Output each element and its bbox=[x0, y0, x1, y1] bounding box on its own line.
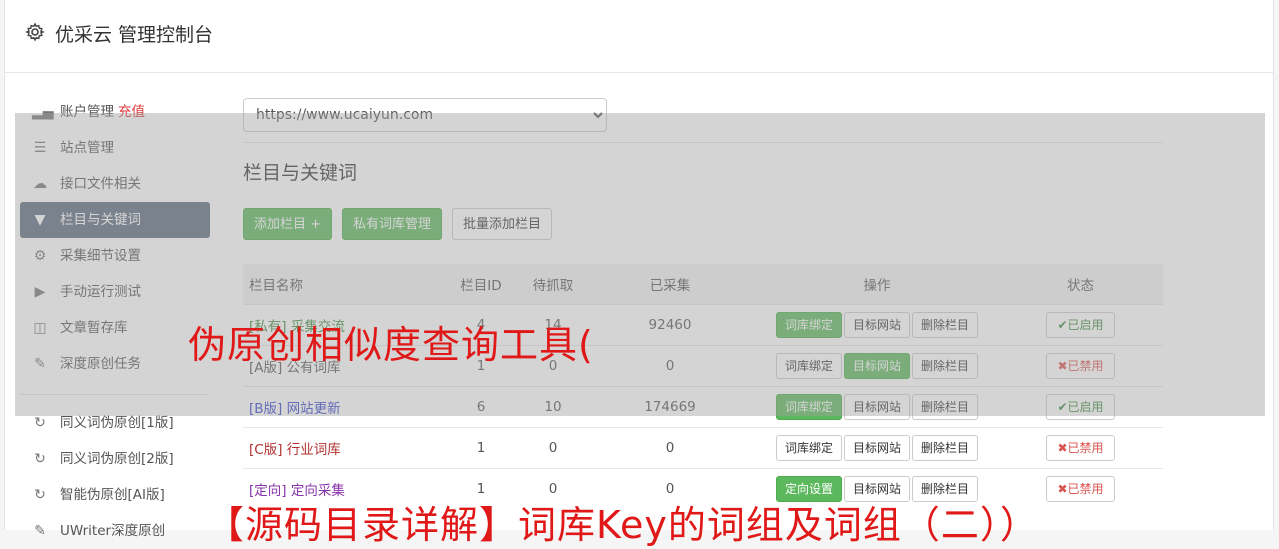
sidebar-item-collect-settings[interactable]: ⚙ 采集细节设置 bbox=[20, 238, 210, 274]
sidebar-item-interface[interactable]: ☁ 接口文件相关 bbox=[20, 166, 210, 202]
pending-count[interactable]: 10 bbox=[522, 386, 584, 428]
col-header-pending: 待抓取 bbox=[522, 264, 584, 305]
sidebar-item-columns[interactable]: ▼ 栏目与关键词 bbox=[20, 202, 210, 238]
status-toggle[interactable]: ✔已启用 bbox=[1046, 394, 1115, 420]
collected-count: 0 bbox=[584, 427, 756, 469]
main-content: https://www.ucaiyun.com 栏目与关键词 添加栏目 + 私有词… bbox=[243, 98, 1163, 509]
status-toggle[interactable]: ✔已启用 bbox=[1046, 312, 1115, 338]
table-header-row: 栏目名称 栏目ID 待抓取 已采集 操作 状态 bbox=[243, 264, 1163, 305]
sidebar-item-deep-original[interactable]: ✎ 深度原创任务 bbox=[20, 346, 210, 382]
target-site-button[interactable]: 目标网站 bbox=[843, 394, 910, 420]
recharge-link[interactable]: 充值 bbox=[118, 104, 145, 120]
col-header-actions: 操作 bbox=[756, 264, 998, 305]
sidebar-item-label: 同义词伪原创[1版] bbox=[60, 415, 174, 431]
delete-column-button[interactable]: 删除栏目 bbox=[912, 353, 979, 379]
delete-column-button[interactable]: 删除栏目 bbox=[912, 312, 979, 338]
delete-column-button[interactable]: 删除栏目 bbox=[912, 394, 979, 420]
pending-count[interactable]: 0 bbox=[522, 427, 584, 469]
gear-icon bbox=[25, 22, 45, 42]
target-site-button[interactable]: 目标网站 bbox=[843, 312, 910, 338]
divider bbox=[243, 142, 1163, 143]
status-toggle[interactable]: ✖已禁用 bbox=[1046, 353, 1115, 379]
sidebar-item-label: 采集细节设置 bbox=[60, 248, 141, 264]
edit-icon: ✎ bbox=[34, 356, 46, 372]
cloud-upload-icon: ☁ bbox=[33, 176, 47, 192]
column-id: 1 bbox=[440, 427, 522, 469]
status-toggle[interactable]: ✖已禁用 bbox=[1046, 476, 1115, 502]
column-name-link[interactable]: [C版] 行业词库 bbox=[249, 442, 341, 458]
sidebar-item-account[interactable]: ▂▄ 账户管理 充值 bbox=[20, 94, 210, 130]
filter-icon: ▼ bbox=[34, 212, 46, 228]
gears-icon: ⚙ bbox=[33, 248, 47, 264]
col-header-collected: 已采集 bbox=[584, 264, 756, 305]
sidebar-item-label: UWriter深度原创 bbox=[60, 523, 166, 539]
columns-table: 栏目名称 栏目ID 待抓取 已采集 操作 状态 [私有] 采集交流 4 14 9… bbox=[243, 264, 1163, 509]
sidebar-item-label: 账户管理 bbox=[60, 104, 114, 120]
bar-chart-icon: ▂▄ bbox=[32, 104, 54, 120]
watermark-text-2: 【源码目录详解】词库Key的词组及词组（二）） bbox=[206, 503, 1039, 547]
refresh-icon: ↻ bbox=[34, 487, 46, 503]
server-icon: ☰ bbox=[33, 140, 47, 156]
col-header-status: 状态 bbox=[998, 264, 1163, 305]
column-name-link[interactable]: [B版] 网站更新 bbox=[249, 401, 341, 417]
table-row: [B版] 网站更新 6 10 174669 词库绑定 目标网站 删除栏目 ✔已启用 bbox=[243, 386, 1163, 428]
table-row: [C版] 行业词库 1 0 0 词库绑定 目标网站 删除栏目 ✖已禁用 bbox=[243, 427, 1163, 469]
edit-icon: ✎ bbox=[34, 523, 46, 539]
sidebar-item-article-store[interactable]: ◫ 文章暂存库 bbox=[20, 310, 210, 346]
sidebar-item-synonym-v1[interactable]: ↻ 同义词伪原创[1版] bbox=[20, 405, 210, 441]
refresh-icon: ↻ bbox=[34, 415, 46, 431]
sidebar-item-ai[interactable]: ↻ 智能伪原创[AI版] bbox=[20, 477, 210, 513]
sidebar-item-label: 站点管理 bbox=[60, 140, 114, 156]
sidebar-item-label: 手动运行测试 bbox=[60, 284, 141, 300]
sidebar-item-label: 接口文件相关 bbox=[60, 176, 141, 192]
console-title: 优采云 管理控制台 bbox=[55, 24, 214, 46]
lexicon-bind-button[interactable]: 词库绑定 bbox=[775, 312, 842, 338]
col-header-name: 栏目名称 bbox=[243, 264, 440, 305]
sidebar-item-manual-run[interactable]: ▶ 手动运行测试 bbox=[20, 274, 210, 310]
column-id: 6 bbox=[440, 386, 522, 428]
refresh-icon: ↻ bbox=[34, 451, 46, 467]
collected-count: 92460 bbox=[584, 304, 756, 346]
collected-count: 0 bbox=[584, 345, 756, 387]
sidebar-item-label: 智能伪原创[AI版] bbox=[60, 487, 165, 503]
sidebar-item-uwriter[interactable]: ✎ UWriter深度原创 bbox=[20, 513, 210, 549]
delete-column-button[interactable]: 删除栏目 bbox=[912, 435, 979, 461]
lexicon-bind-button[interactable]: 词库绑定 bbox=[775, 435, 842, 461]
add-column-button[interactable]: 添加栏目 + bbox=[243, 208, 333, 240]
lexicon-bind-button[interactable]: 词库绑定 bbox=[775, 394, 842, 420]
private-lexicon-button[interactable]: 私有词库管理 bbox=[342, 208, 443, 240]
sidebar-item-synonym-v2[interactable]: ↻ 同义词伪原创[2版] bbox=[20, 441, 210, 477]
sidebar-item-label: 深度原创任务 bbox=[60, 356, 141, 372]
action-buttons: 添加栏目 + 私有词库管理 批量添加栏目 bbox=[243, 208, 562, 240]
collected-count: 174669 bbox=[584, 386, 756, 428]
watermark-text-1: 伪原创相似度查询工具( bbox=[188, 323, 594, 367]
sidebar-divider bbox=[20, 394, 208, 395]
sidebar-item-label: 同义词伪原创[2版] bbox=[60, 451, 174, 467]
database-icon: ◫ bbox=[33, 320, 47, 336]
sidebar-item-label: 文章暂存库 bbox=[60, 320, 128, 336]
target-site-button[interactable]: 目标网站 bbox=[843, 353, 910, 379]
play-icon: ▶ bbox=[34, 284, 46, 300]
sidebar-item-label: 栏目与关键词 bbox=[60, 212, 141, 228]
col-header-id: 栏目ID bbox=[440, 264, 522, 305]
batch-add-button[interactable]: 批量添加栏目 bbox=[452, 208, 553, 240]
target-site-button[interactable]: 目标网站 bbox=[843, 435, 910, 461]
lexicon-bind-button[interactable]: 词库绑定 bbox=[775, 353, 842, 379]
status-toggle[interactable]: ✖已禁用 bbox=[1046, 435, 1115, 461]
sidebar: ▂▄ 账户管理 充值 ☰ 站点管理 ☁ 接口文件相关 ▼ 栏目与关键词 ⚙ 采集细… bbox=[20, 94, 210, 549]
section-title: 栏目与关键词 bbox=[243, 162, 358, 184]
header: 优采云 管理控制台 bbox=[5, 0, 1273, 73]
sidebar-item-sites[interactable]: ☰ 站点管理 bbox=[20, 130, 210, 166]
site-select[interactable]: https://www.ucaiyun.com bbox=[243, 98, 607, 132]
